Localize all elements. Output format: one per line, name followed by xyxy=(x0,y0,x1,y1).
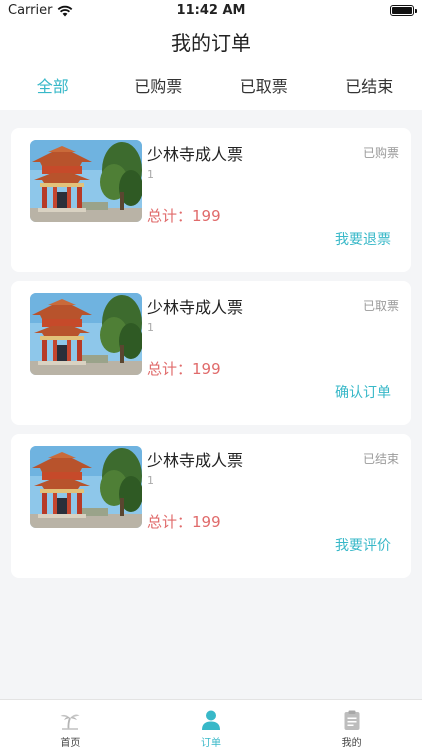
tabbar-item-mine[interactable]: 我的 xyxy=(281,700,422,750)
order-total: 总计：199 xyxy=(147,360,221,378)
tabbar-label: 首页 xyxy=(60,738,81,749)
order-title: 少林寺成人票 xyxy=(147,145,244,164)
order-filter-tabs: 全部 已购票 已取票 已结束 xyxy=(0,64,422,110)
tab-collected[interactable]: 已取票 xyxy=(211,64,317,110)
tabbar-label: 我的 xyxy=(341,738,362,749)
order-status: 已购票 xyxy=(362,146,399,160)
status-time: 11:42 AM xyxy=(176,3,246,18)
order-quantity: 1 xyxy=(147,168,154,181)
tabbar-label: 订单 xyxy=(201,738,221,749)
page-title: 我的订单 xyxy=(0,22,422,64)
confirm-order-button[interactable]: 确认订单 xyxy=(335,382,391,402)
order-total: 总计：199 xyxy=(147,207,221,225)
order-status: 已取票 xyxy=(362,299,399,313)
order-card[interactable]: 少林寺成人票 已结束 1 总计：199 我要评价 xyxy=(11,434,411,578)
order-status: 已结束 xyxy=(362,452,399,466)
review-button[interactable]: 我要评价 xyxy=(335,535,391,555)
tab-ended[interactable]: 已结束 xyxy=(317,64,422,110)
ticket-thumbnail xyxy=(30,446,142,528)
refund-button[interactable]: 我要退票 xyxy=(335,229,391,249)
person-icon xyxy=(202,710,220,730)
tabbar-item-home[interactable]: 首页 xyxy=(0,700,141,750)
order-card[interactable]: 少林寺成人票 已购票 1 总计：199 我要退票 xyxy=(11,128,411,272)
ticket-thumbnail xyxy=(30,140,142,222)
order-title: 少林寺成人票 xyxy=(147,298,244,317)
tabbar-item-orders[interactable]: 订单 xyxy=(141,700,282,750)
battery-icon xyxy=(390,5,417,16)
order-list: 少林寺成人票 已购票 1 总计：199 我要退票 少林寺成人票 已取票 1 总计… xyxy=(11,128,411,587)
tab-all[interactable]: 全部 xyxy=(0,64,106,110)
order-total: 总计：199 xyxy=(147,513,221,531)
clipboard-icon xyxy=(344,710,360,730)
order-title: 少林寺成人票 xyxy=(147,451,244,470)
ticket-thumbnail xyxy=(30,293,142,375)
order-quantity: 1 xyxy=(147,474,154,487)
palm-tree-icon xyxy=(60,714,80,730)
order-quantity: 1 xyxy=(147,321,154,334)
tab-purchased[interactable]: 已购票 xyxy=(106,64,212,110)
order-card[interactable]: 少林寺成人票 已取票 1 总计：199 确认订单 xyxy=(11,281,411,425)
status-bar: Carrier 11:42 AM xyxy=(0,0,422,22)
bottom-tab-bar: 首页 订单 我的 xyxy=(0,699,422,750)
